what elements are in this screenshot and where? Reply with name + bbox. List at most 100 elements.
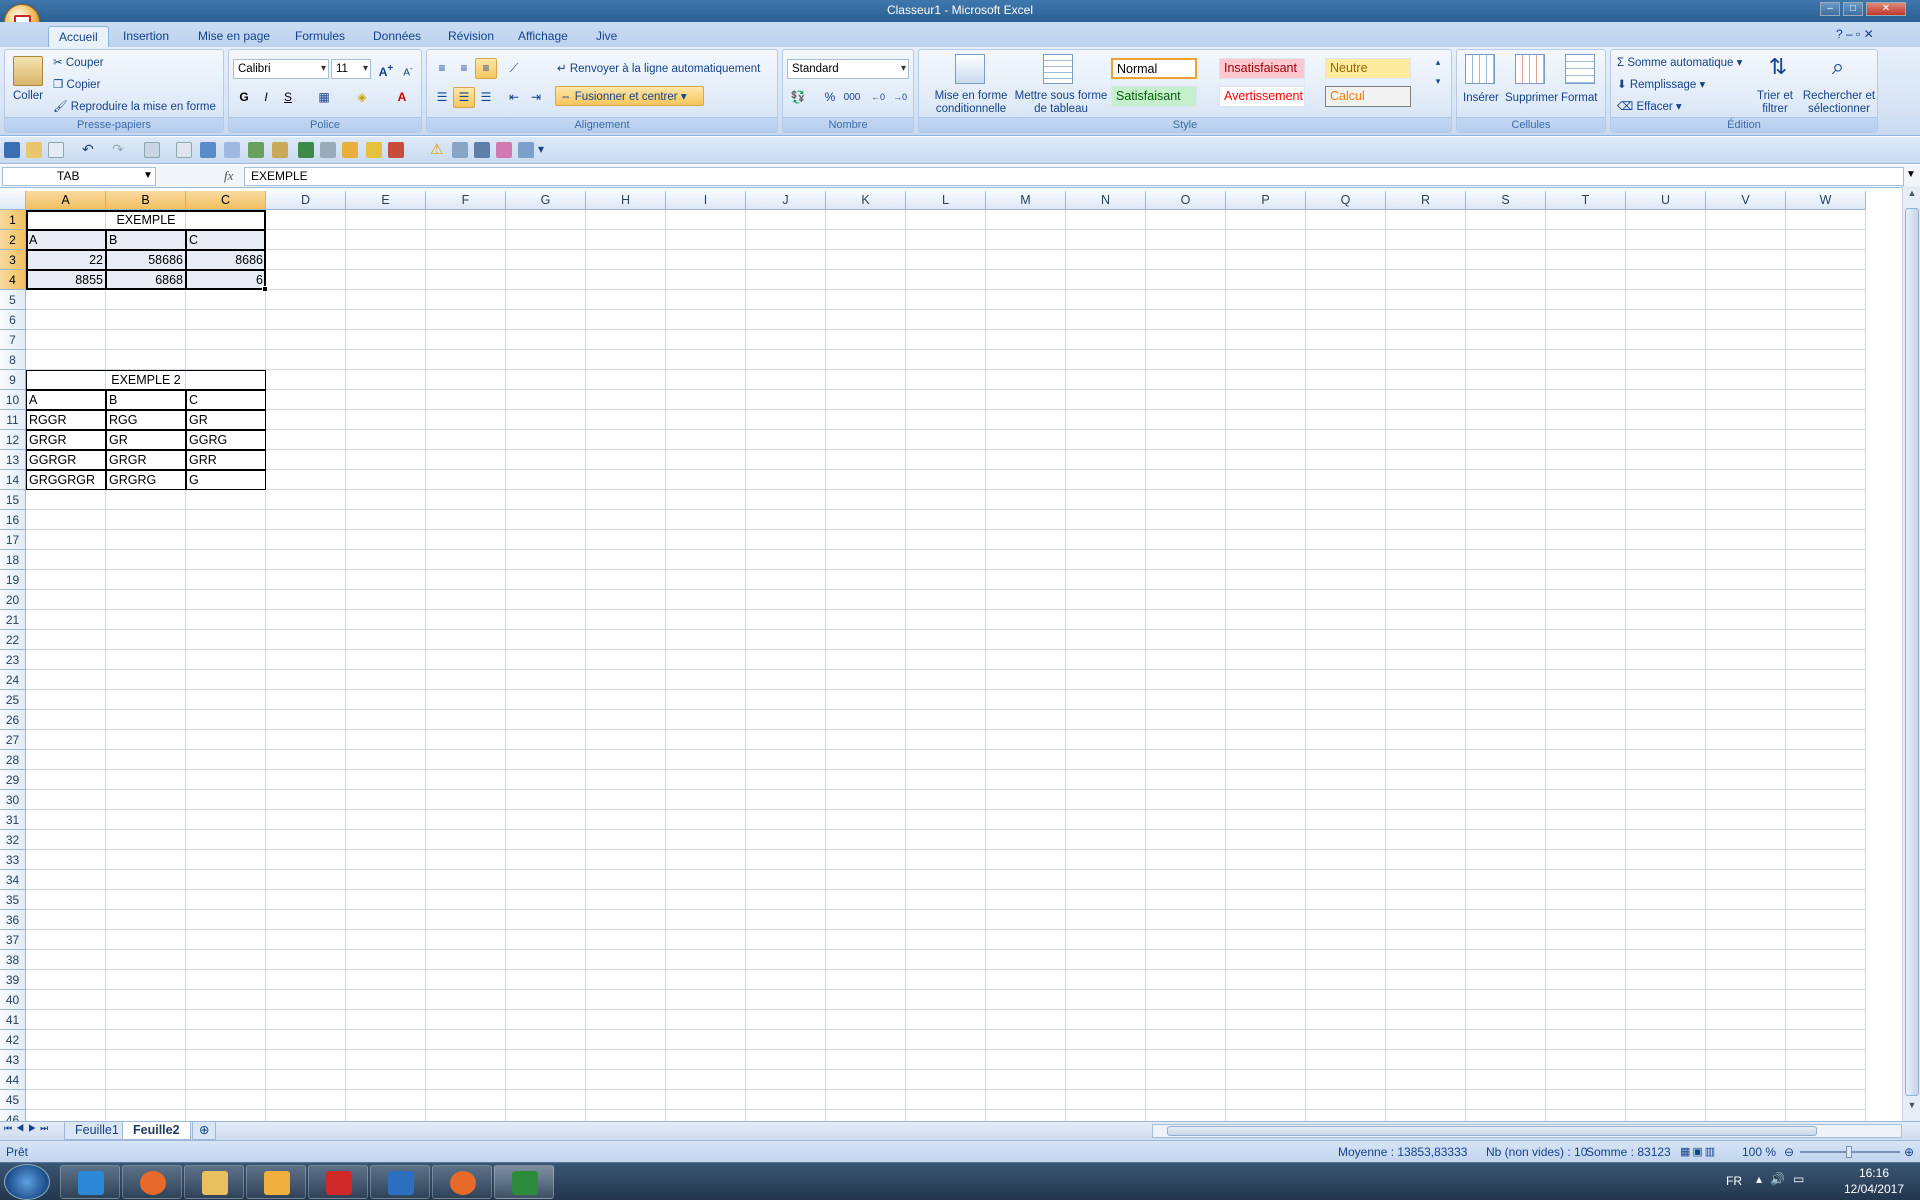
- cell-style-good[interactable]: Satisfaisant: [1111, 86, 1197, 107]
- paste-icon[interactable]: [13, 56, 43, 86]
- taskbar-firefox-2[interactable]: [432, 1165, 492, 1199]
- row-header[interactable]: 36: [0, 910, 26, 930]
- name-box[interactable]: TAB: [2, 167, 156, 186]
- align-center-icon[interactable]: ☰: [453, 87, 475, 108]
- orientation-icon[interactable]: ⟋: [503, 58, 525, 79]
- italic-button[interactable]: I: [255, 87, 277, 108]
- column-header[interactable]: N: [1066, 191, 1146, 210]
- align-middle-icon[interactable]: ≡: [453, 58, 475, 79]
- row-header[interactable]: 5: [0, 290, 26, 310]
- taskbar-ie[interactable]: [60, 1165, 120, 1199]
- column-header[interactable]: M: [986, 191, 1066, 210]
- table-cell[interactable]: C: [186, 390, 266, 410]
- row-header[interactable]: 23: [0, 650, 26, 670]
- column-header[interactable]: Q: [1306, 191, 1386, 210]
- open-icon[interactable]: [26, 142, 42, 158]
- clear-button[interactable]: ⌫ Effacer ▾: [1617, 99, 1682, 113]
- tab-accueil[interactable]: Accueil: [48, 26, 109, 48]
- column-header[interactable]: I: [666, 191, 746, 210]
- toolbar-icon-4[interactable]: [248, 142, 264, 158]
- expand-formula-icon[interactable]: ▼: [1906, 169, 1916, 180]
- tab-affichage[interactable]: Affichage: [508, 26, 578, 48]
- row-header[interactable]: 25: [0, 690, 26, 710]
- column-header[interactable]: F: [426, 191, 506, 210]
- taskbar-app[interactable]: [308, 1165, 368, 1199]
- wrap-text-button[interactable]: ↵ Renvoyer à la ligne automatiquement: [557, 61, 760, 75]
- select-all-corner[interactable]: [0, 191, 26, 210]
- paste-button[interactable]: Coller: [13, 90, 43, 102]
- column-header[interactable]: R: [1386, 191, 1466, 210]
- row-header[interactable]: 3: [0, 250, 26, 270]
- style-scroll-icon[interactable]: ▴ ▾: [1429, 52, 1447, 86]
- help-icon[interactable]: ? – ▫ ✕: [1836, 27, 1874, 41]
- percent-button[interactable]: %: [819, 87, 841, 108]
- align-top-icon[interactable]: ≡: [431, 58, 453, 79]
- row-header[interactable]: 20: [0, 590, 26, 610]
- toolbar-icon-3[interactable]: [224, 142, 240, 158]
- row-header[interactable]: 4: [0, 270, 26, 290]
- insert-button[interactable]: Insérer: [1463, 92, 1499, 104]
- vertical-scroll-thumb[interactable]: [1905, 208, 1919, 1096]
- clock-date[interactable]: 12/04/2017: [1834, 1182, 1914, 1196]
- tab-mise-en-page[interactable]: Mise en page: [188, 26, 280, 48]
- row-header[interactable]: 17: [0, 530, 26, 550]
- cell-style-calculation[interactable]: Calcul: [1325, 86, 1411, 107]
- tab-formules[interactable]: Formules: [285, 26, 355, 48]
- table-cell[interactable]: GRGGRGR: [26, 470, 106, 490]
- row-header[interactable]: 11: [0, 410, 26, 430]
- row-header[interactable]: 14: [0, 470, 26, 490]
- find-select-button[interactable]: Rechercher et sélectionner: [1801, 90, 1877, 116]
- row-header[interactable]: 28: [0, 750, 26, 770]
- zoom-slider-thumb[interactable]: [1846, 1146, 1852, 1158]
- sheet-nav-arrows-icon[interactable]: ⏮◀▶⏭: [4, 1123, 52, 1134]
- table-cell[interactable]: A: [26, 230, 106, 250]
- toolbar-icon-8[interactable]: [342, 142, 358, 158]
- print-icon[interactable]: [144, 142, 160, 158]
- toolbar-icon-11[interactable]: [452, 142, 468, 158]
- start-button[interactable]: [4, 1164, 50, 1200]
- row-header[interactable]: 42: [0, 1030, 26, 1050]
- sort-filter-button[interactable]: Trier et filtrer: [1747, 90, 1803, 116]
- customize-toolbar-icon[interactable]: ▾: [538, 142, 554, 158]
- row-header[interactable]: 10: [0, 390, 26, 410]
- sort-filter-icon[interactable]: ⇅: [1763, 54, 1793, 84]
- column-header[interactable]: B: [106, 191, 186, 210]
- row-header[interactable]: 33: [0, 850, 26, 870]
- column-header[interactable]: O: [1146, 191, 1226, 210]
- font-color-icon[interactable]: A: [391, 87, 413, 108]
- row-header[interactable]: 41: [0, 1010, 26, 1030]
- column-header[interactable]: U: [1626, 191, 1706, 210]
- thousands-button[interactable]: 000: [841, 87, 863, 108]
- close-button[interactable]: ✕: [1866, 2, 1906, 16]
- row-header[interactable]: 43: [0, 1050, 26, 1070]
- conditional-format-icon[interactable]: [955, 54, 985, 84]
- format-cells-icon[interactable]: [1565, 54, 1595, 84]
- grow-font-button[interactable]: A+: [375, 58, 397, 79]
- taskbar-explorer[interactable]: [184, 1165, 244, 1199]
- toolbar-icon-10[interactable]: [388, 142, 404, 158]
- row-header[interactable]: 2: [0, 230, 26, 250]
- shrink-font-button[interactable]: A-: [397, 58, 419, 79]
- copy-button[interactable]: ❐ Copier: [53, 77, 100, 91]
- toolbar-icon-7[interactable]: [320, 142, 336, 158]
- table-cell[interactable]: GRR: [186, 450, 266, 470]
- row-header[interactable]: 38: [0, 950, 26, 970]
- row-header[interactable]: 44: [0, 1070, 26, 1090]
- warning-icon[interactable]: ⚠: [430, 142, 446, 158]
- cell-style-warning[interactable]: Avertissement: [1219, 86, 1305, 107]
- save-icon[interactable]: [4, 142, 20, 158]
- toolbar-icon-9[interactable]: [366, 142, 382, 158]
- table-cell[interactable]: GRGRG: [106, 470, 186, 490]
- language-indicator[interactable]: FR: [1726, 1174, 1742, 1188]
- toolbar-icon-14[interactable]: [518, 142, 534, 158]
- cell-style-bad[interactable]: Insatisfaisant: [1219, 58, 1305, 79]
- insert-function-button[interactable]: fx: [224, 168, 233, 184]
- table-cell[interactable]: GGRGR: [26, 450, 106, 470]
- align-bottom-icon[interactable]: ≡: [475, 58, 497, 79]
- undo-icon[interactable]: ↶: [82, 142, 98, 158]
- sheet-tab-feuille2[interactable]: Feuille2: [122, 1122, 191, 1140]
- horizontal-scroll-thumb[interactable]: [1167, 1126, 1817, 1136]
- horizontal-scrollbar[interactable]: [1152, 1124, 1902, 1138]
- row-header[interactable]: 12: [0, 430, 26, 450]
- row-header[interactable]: 9: [0, 370, 26, 390]
